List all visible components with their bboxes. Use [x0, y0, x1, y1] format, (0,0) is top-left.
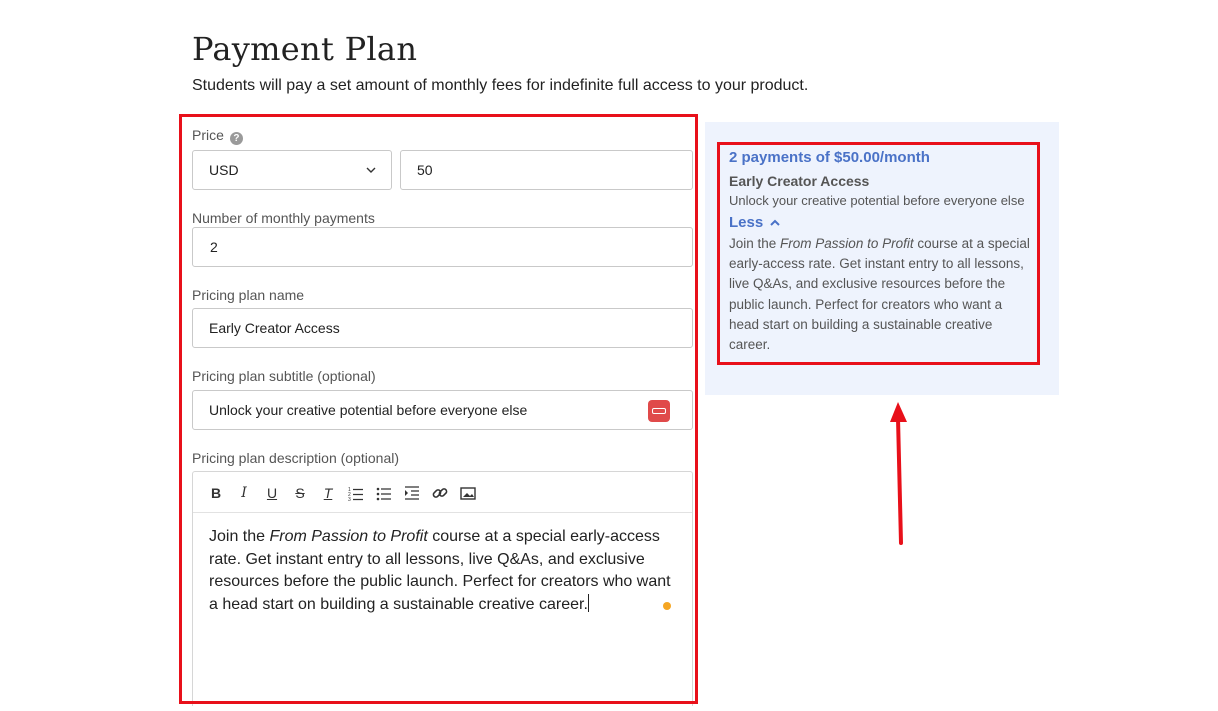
preview-highlight-box — [717, 142, 1040, 365]
form-highlight-box — [179, 114, 698, 704]
red-arrow-annotation — [890, 402, 907, 545]
page-subtitle: Students will pay a set amount of monthl… — [192, 77, 809, 94]
page-title: Payment Plan — [192, 30, 418, 68]
